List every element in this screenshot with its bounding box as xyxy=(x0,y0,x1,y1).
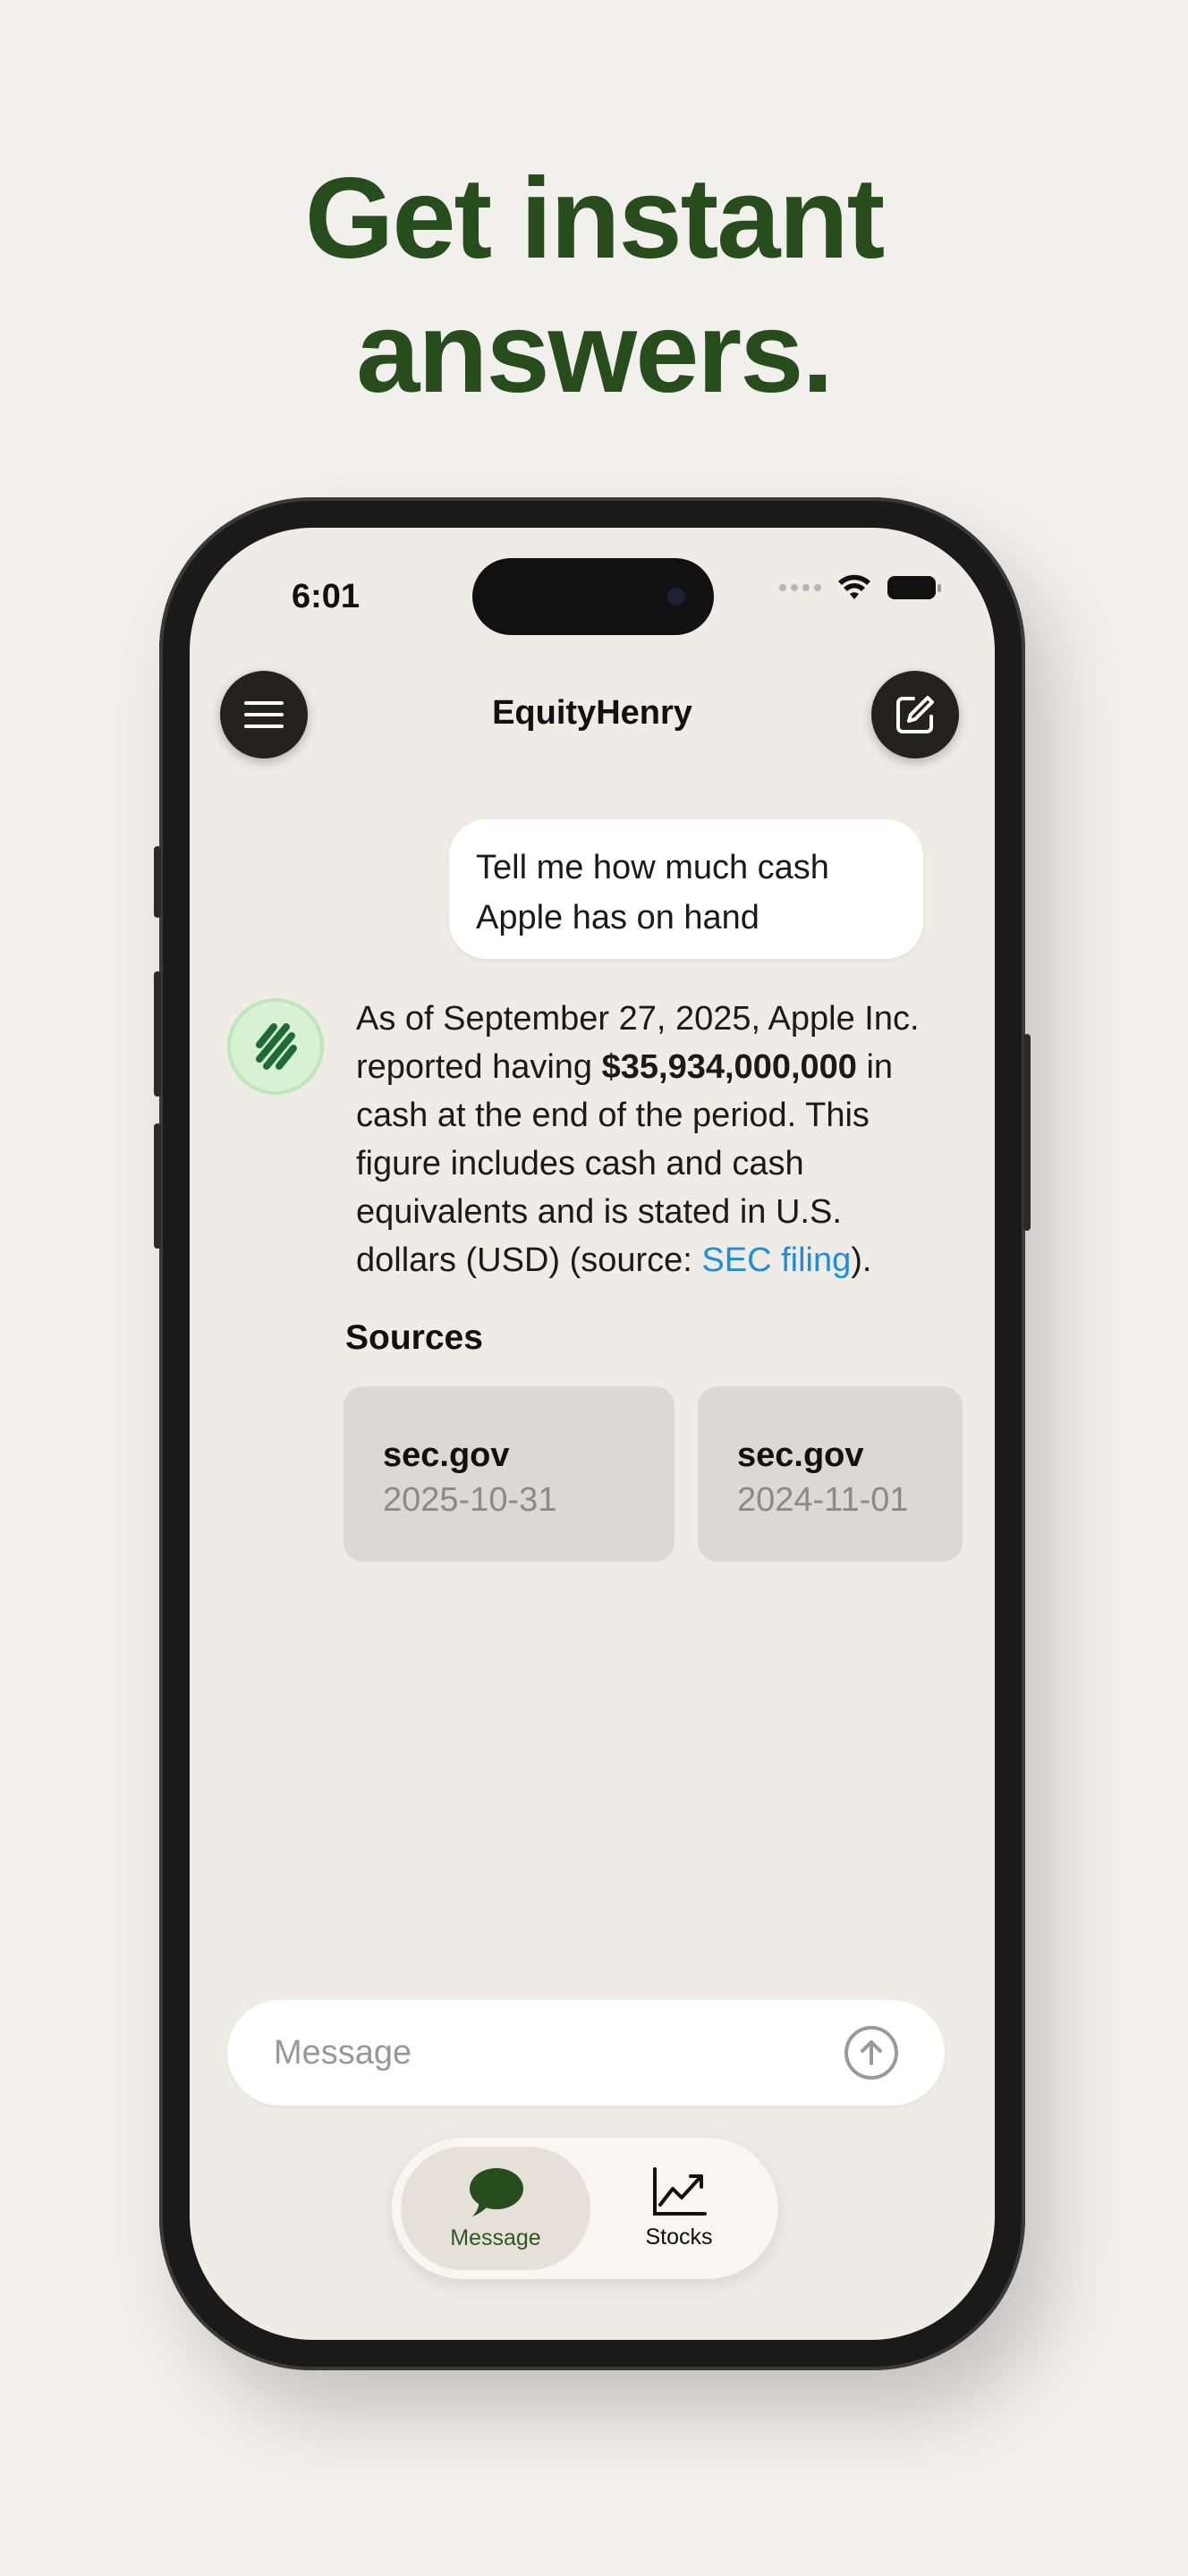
phone-volume-up xyxy=(154,971,161,1097)
assistant-text-part3: ). xyxy=(851,1241,872,1279)
assistant-message: As of September 27, 2025, Apple Inc. rep… xyxy=(356,995,938,1284)
source-date: 2024-11-01 xyxy=(737,1481,909,1519)
battery-icon xyxy=(887,576,941,599)
status-indicators xyxy=(779,574,941,601)
tab-stocks[interactable]: Stocks xyxy=(603,2147,755,2270)
phone-action-button xyxy=(154,846,161,918)
marketing-headline: Get instant answers. xyxy=(0,152,1188,420)
source-card[interactable]: sec.gov 2024-11-01 xyxy=(698,1386,963,1562)
source-domain: sec.gov xyxy=(737,1436,864,1474)
message-input[interactable]: Message xyxy=(227,2000,945,2106)
app-screen: 6:01 EquityHenry Tell me how much cash A… xyxy=(190,528,995,2340)
tab-stocks-label: Stocks xyxy=(645,2224,713,2250)
sec-filing-link[interactable]: SEC filing xyxy=(701,1241,851,1279)
source-card[interactable]: sec.gov 2025-10-31 xyxy=(344,1386,675,1562)
phone-volume-down xyxy=(154,1123,161,1249)
bot-avatar xyxy=(227,998,324,1095)
phone-power-button xyxy=(1023,1034,1031,1231)
message-placeholder: Message xyxy=(274,2033,412,2072)
compose-icon xyxy=(896,696,934,733)
chat-bubble-icon xyxy=(470,2167,523,2216)
user-message-bubble: Tell me how much cash Apple has on hand xyxy=(449,819,923,959)
assistant-logo-icon xyxy=(256,1023,297,1070)
wifi-icon xyxy=(838,574,870,599)
tab-message[interactable]: Message xyxy=(401,2147,590,2270)
sources-heading: Sources xyxy=(345,1318,483,1357)
compose-button[interactable] xyxy=(871,671,959,758)
dynamic-island xyxy=(472,558,714,635)
send-button[interactable] xyxy=(844,2026,898,2080)
tab-message-label: Message xyxy=(450,2224,541,2250)
chart-line-icon xyxy=(653,2166,707,2216)
tab-bar: Message Stocks xyxy=(392,2138,778,2279)
headline-line-1: Get instant xyxy=(304,155,886,283)
signal-icon xyxy=(779,584,821,591)
status-time: 6:01 xyxy=(292,578,361,615)
headline-line-2: answers. xyxy=(356,289,834,417)
source-date: 2025-10-31 xyxy=(383,1481,557,1519)
arrow-up-icon xyxy=(861,2040,882,2065)
source-domain: sec.gov xyxy=(383,1436,510,1474)
phone-frame: 6:01 EquityHenry Tell me how much cash A… xyxy=(154,497,1031,2370)
cash-amount: $35,934,000,000 xyxy=(601,1048,857,1086)
